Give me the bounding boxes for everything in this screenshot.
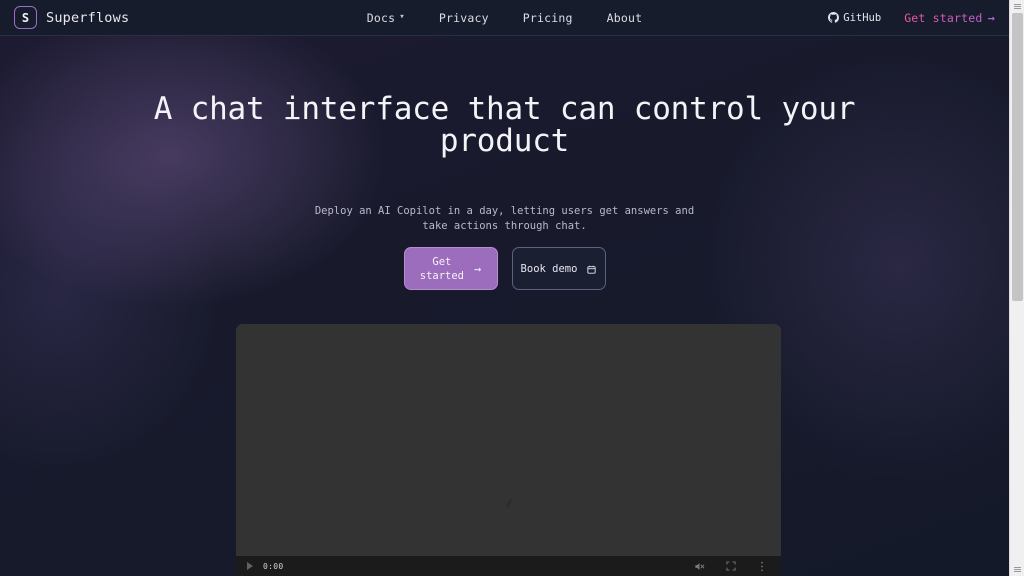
get-started-button[interactable]: Get started → bbox=[403, 247, 498, 290]
superflows-logo-icon: S bbox=[14, 6, 37, 29]
hero-content: A chat interface that can control your p… bbox=[0, 36, 1009, 576]
video-controls-right bbox=[694, 561, 773, 572]
github-link[interactable]: GitHub bbox=[828, 12, 881, 24]
nav-item-pricing-label: Pricing bbox=[522, 10, 573, 25]
nav-item-about[interactable]: About bbox=[607, 11, 643, 25]
nav-item-about-label: About bbox=[606, 10, 643, 25]
video-current-time: 0:00 bbox=[263, 561, 284, 571]
browser-viewport: S Superflows Docs ▾ Privacy Pricing Abou… bbox=[0, 0, 1009, 576]
book-demo-button[interactable]: Book demo bbox=[511, 247, 606, 290]
demo-video-player[interactable]: 0:00 bbox=[236, 324, 781, 576]
hero-cta-row: Get started → Book demo bbox=[0, 247, 1009, 290]
get-started-button-label: Get started bbox=[419, 255, 465, 282]
nav-actions: GitHub Get started → bbox=[828, 11, 995, 25]
arrow-right-icon: → bbox=[987, 10, 995, 25]
page-scrollbar[interactable] bbox=[1009, 0, 1024, 576]
brand-logo[interactable]: S Superflows bbox=[14, 6, 129, 29]
github-icon bbox=[828, 12, 840, 23]
scroll-up-icon[interactable] bbox=[1010, 0, 1024, 13]
nav-item-docs-label: Docs bbox=[366, 10, 396, 25]
calendar-icon bbox=[587, 264, 597, 274]
chevron-down-icon: ▾ bbox=[399, 11, 405, 22]
video-controls-bar: 0:00 bbox=[236, 556, 781, 576]
volume-muted-icon[interactable] bbox=[694, 561, 705, 572]
nav-item-pricing[interactable]: Pricing bbox=[523, 11, 573, 25]
github-label: GitHub bbox=[843, 11, 882, 24]
nav-get-started-link[interactable]: Get started → bbox=[904, 11, 995, 25]
nav-item-docs[interactable]: Docs ▾ bbox=[367, 11, 405, 25]
scroll-down-icon[interactable] bbox=[1010, 563, 1024, 576]
page-title: A chat interface that can control your p… bbox=[153, 90, 856, 159]
brand-name: Superflows bbox=[46, 9, 130, 26]
more-options-icon[interactable] bbox=[756, 561, 767, 572]
hero-subtitle: Deploy an AI Copilot in a day, letting u… bbox=[314, 204, 695, 232]
nav-item-privacy[interactable]: Privacy bbox=[439, 11, 489, 25]
book-demo-button-label: Book demo bbox=[520, 262, 578, 275]
nav-item-privacy-label: Privacy bbox=[438, 10, 489, 25]
play-icon[interactable] bbox=[244, 561, 255, 572]
nav-get-started-label: Get started bbox=[904, 10, 983, 25]
site-navbar: S Superflows Docs ▾ Privacy Pricing Abou… bbox=[0, 0, 1009, 36]
scrollbar-thumb[interactable] bbox=[1012, 13, 1023, 301]
page-root: S Superflows Docs ▾ Privacy Pricing Abou… bbox=[0, 0, 1024, 576]
fullscreen-icon[interactable] bbox=[725, 561, 736, 572]
arrow-right-icon: → bbox=[474, 261, 482, 276]
logo-letter: S bbox=[21, 10, 30, 25]
loading-spinner-icon bbox=[505, 499, 512, 508]
hero-section: A chat interface that can control your p… bbox=[0, 36, 1009, 576]
video-stage[interactable] bbox=[236, 324, 781, 576]
video-controls-left: 0:00 bbox=[244, 561, 283, 572]
